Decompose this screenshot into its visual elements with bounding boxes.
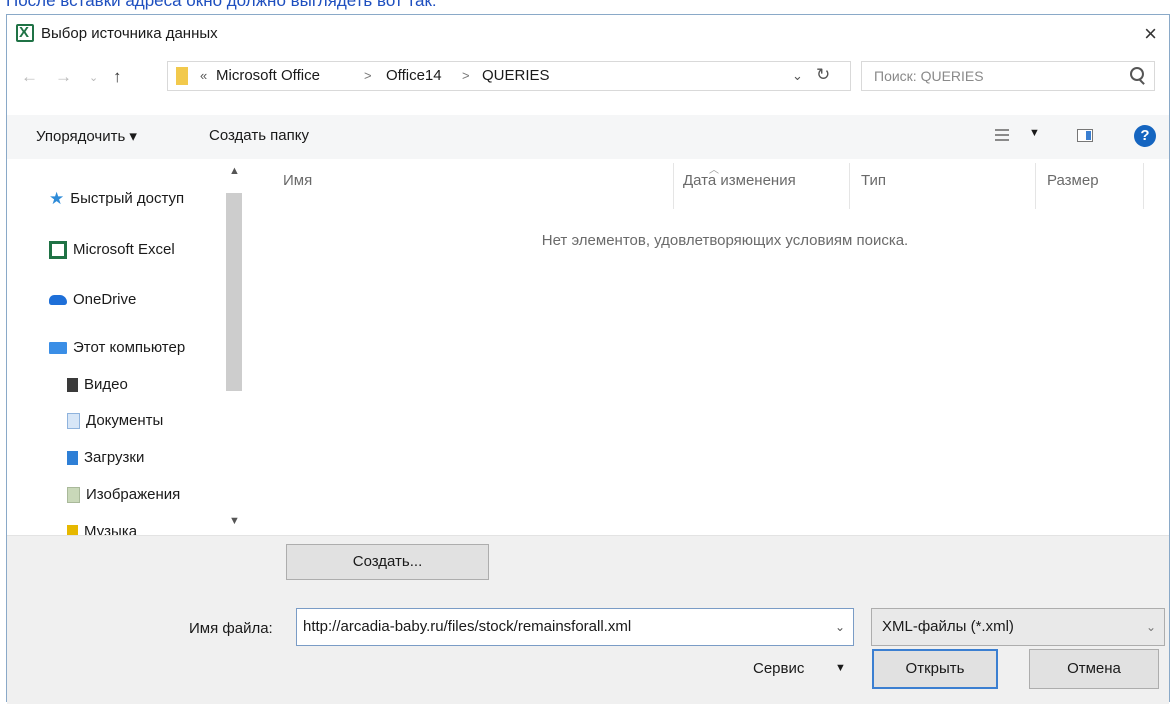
sidebar-item-documents[interactable]: Документы [67,412,164,430]
filename-input[interactable]: http://arcadia-baby.ru/files/stock/remai… [296,608,854,646]
recent-chevron-icon[interactable]: ⌄ [89,71,98,84]
music-folder-icon [67,525,78,535]
breadcrumb-overflow[interactable]: « [200,68,207,83]
sidebar-item-quick-access[interactable]: ★ Быстрый доступ [49,189,184,209]
sidebar-scrollbar-thumb[interactable] [226,193,242,391]
breadcrumb-separator-icon[interactable]: > [462,68,470,83]
up-arrow-icon[interactable]: ↑ [113,67,122,87]
file-list: ︿ Имя Дата изменения Тип Размер Нет элем… [251,159,1171,535]
forward-arrow-icon[interactable]: → [55,67,72,87]
scroll-up-arrow-icon[interactable]: ▲ [229,165,240,177]
refresh-icon[interactable]: ↻ [816,65,830,85]
navigation-pane: ★ Быстрый доступ Microsoft Excel OneDrive… [7,159,247,535]
filetype-select[interactable]: XML-файлы (*.xml) ⌄ [871,608,1165,646]
create-button[interactable]: Создать... [286,544,489,580]
documents-folder-icon [67,413,80,430]
sidebar-item-this-pc[interactable]: Этот компьютер [49,339,185,356]
empty-list-message: Нет элементов, удовлетворяющих условиям … [541,232,909,249]
sidebar-item-label: Загрузки [84,449,145,466]
back-arrow-icon[interactable]: ← [21,67,38,87]
excel-icon [49,241,67,260]
computer-icon [49,342,67,355]
column-divider[interactable] [1035,163,1036,209]
excel-icon [16,24,34,42]
organize-button[interactable]: Упорядочить ▾ [36,127,137,145]
search-box[interactable]: Поиск: QUERIES [861,61,1155,91]
sidebar-item-label: Документы [86,412,164,429]
column-divider[interactable] [1143,163,1144,209]
column-header-size[interactable]: Размер [1047,172,1099,189]
search-icon[interactable] [1130,67,1144,81]
sidebar-item-onedrive[interactable]: OneDrive [49,291,136,308]
sidebar-item-label: Музыка [84,523,138,535]
search-placeholder: Поиск: QUERIES [874,68,984,84]
title-bar: Выбор источника данных × [7,15,1169,53]
command-bar: Упорядочить ▾ Создать папку ▼ ? [7,115,1169,159]
column-header-name[interactable]: Имя [283,172,312,189]
sidebar-item-label: Видео [84,376,128,393]
folder-icon [176,67,188,85]
dialog-footer: Создать... Имя файла: http://arcadia-bab… [7,535,1169,704]
help-icon[interactable]: ? [1134,125,1156,147]
filetype-dropdown-icon[interactable]: ⌄ [1146,620,1156,634]
breadcrumb-office14[interactable]: Office14 [386,67,442,84]
view-options-icon[interactable] [995,129,1009,143]
filename-dropdown-icon[interactable]: ⌄ [835,620,845,634]
navigation-bar: ← → ⌄ ↑ « Microsoft Office > Office14 > … [7,59,1169,97]
pictures-folder-icon [67,487,80,504]
view-dropdown-icon[interactable]: ▼ [1029,127,1040,139]
column-header-type[interactable]: Тип [861,172,886,189]
downloads-folder-icon [67,451,78,466]
filename-label: Имя файла: [189,620,273,637]
breadcrumb-queries[interactable]: QUERIES [482,67,550,84]
file-dialog: Выбор источника данных × ← → ⌄ ↑ « Micro… [6,14,1171,704]
sidebar-item-label: OneDrive [73,291,137,308]
address-dropdown-icon[interactable]: ⌄ [792,68,803,84]
new-folder-button[interactable]: Создать папку [209,127,309,144]
close-icon[interactable]: × [1144,21,1157,47]
sidebar-item-pictures[interactable]: Изображения [67,486,181,504]
address-bar[interactable]: « Microsoft Office > Office14 > QUERIES … [167,61,851,91]
service-dropdown-icon[interactable]: ▼ [835,662,846,674]
sidebar-item-video[interactable]: Видео [67,376,128,393]
scroll-down-arrow-icon[interactable]: ▼ [229,515,240,527]
filetype-value: XML-файлы (*.xml) [882,618,1014,635]
column-divider[interactable] [849,163,850,209]
open-button[interactable]: Открыть [872,649,998,689]
sidebar-item-label: Этот компьютер [73,339,186,356]
sidebar-item-label: Microsoft Excel [73,241,175,258]
video-folder-icon [67,378,78,393]
page-caption: После вставки адреса окно должно выгляде… [6,0,437,10]
dialog-title: Выбор источника данных [41,25,218,42]
service-menu-button[interactable]: Сервис [753,660,804,677]
preview-pane-icon[interactable] [1077,129,1093,142]
sidebar-item-downloads[interactable]: Загрузки [67,449,144,466]
column-divider[interactable] [673,163,674,209]
star-icon: ★ [49,189,65,208]
sidebar-item-music[interactable]: Музыка [67,523,137,535]
sidebar-item-label: Быстрый доступ [70,189,185,207]
sidebar-item-microsoft-excel[interactable]: Microsoft Excel [49,241,175,260]
filename-value[interactable]: http://arcadia-baby.ru/files/stock/remai… [303,618,631,635]
sidebar-item-label: Изображения [86,486,181,503]
cloud-icon [49,295,67,306]
breadcrumb-separator-icon[interactable]: > [364,68,372,83]
breadcrumb-microsoft-office[interactable]: Microsoft Office [216,67,320,84]
cancel-button[interactable]: Отмена [1029,649,1159,689]
column-header-date[interactable]: Дата изменения [683,172,796,189]
